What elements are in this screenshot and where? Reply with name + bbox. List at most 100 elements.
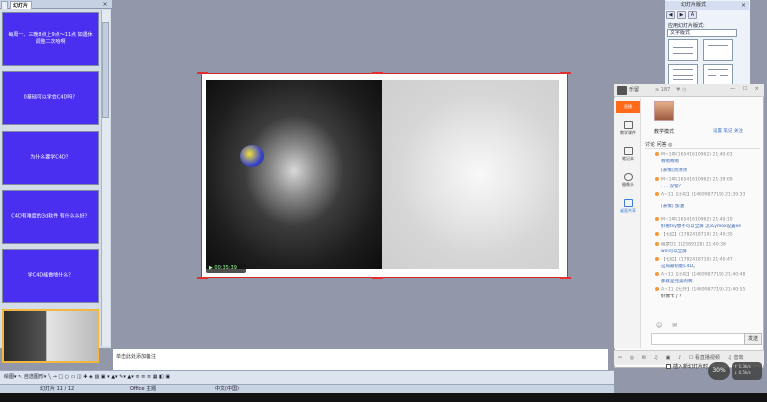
slide-thumbnail-1[interactable]: 每周一、三晚8点上9点～11点 如遇休调整二次哈啊 <box>2 12 99 66</box>
chat-message: 晓梦D1 1(2589128) 21:40:38 <box>655 242 759 249</box>
chat-message-text: 啦啦啦啦 <box>661 159 679 164</box>
slide-count: 幻灯片 11 / 12 <box>40 386 75 392</box>
chat-message: A~11【小坨】(1469987719) 21:40:48 <box>655 272 759 279</box>
notes-placeholder: 单击此处添加备注 <box>116 354 157 360</box>
notes-pane[interactable] <box>113 348 608 370</box>
exit-icon[interactable]: ⇦ <box>618 355 622 361</box>
network-stats: ↑ 1.3k/s ↓ 0.5k/s <box>732 362 762 380</box>
chat-input[interactable] <box>651 333 746 345</box>
layout-title-only[interactable] <box>703 39 733 61</box>
checkbox-label: 插入新幻灯片时 <box>673 364 709 370</box>
courseware-label: 教学课件 <box>620 130 636 135</box>
slide-thumbnail-text: 0基础可以学会C4D吗？ <box>23 94 78 101</box>
task-pane-subtitle: 应用幻灯片版式: <box>668 23 705 29</box>
slide-thumbnail-text: C4D有难度的3d软件 有什么么好？ <box>11 213 90 220</box>
checkbox-icon[interactable] <box>666 364 671 369</box>
notebook-icon <box>623 147 633 155</box>
tab-slides[interactable]: 幻灯片 <box>10 1 32 9</box>
slide-thumbnail-5[interactable]: 学C4D能做啥什么？ <box>2 249 99 303</box>
layout-two-content[interactable] <box>703 64 733 86</box>
theme-name: Office 主题 <box>130 386 157 392</box>
resize-handle[interactable] <box>197 277 208 279</box>
close-icon[interactable]: × <box>741 1 746 10</box>
camera-label: 摄像头 <box>622 182 634 187</box>
resize-handle[interactable] <box>372 277 383 279</box>
chat-message-text: 好像卡了？ <box>661 294 684 299</box>
chat-message: A~11【七仟】(1469987719) 21:40:55 <box>655 287 759 294</box>
slides-scrollbar-thumb[interactable] <box>102 22 109 118</box>
status-bar: 幻灯片 11 / 12 Office 主题 中文(中国) <box>0 384 614 393</box>
slide-thumbnail-text: 每周一、三晚8点上9点～11点 如遇休调整二次哈啊 <box>8 32 93 45</box>
insert-new-slide-option[interactable]: 插入新幻灯片时 <box>666 363 708 370</box>
app-window: 幻灯片 × 每周一、三晚8点上9点～11点 如遇休调整二次哈啊 0基础可以学会C… <box>0 0 767 402</box>
viewer-count: ≥ 187 <box>655 87 671 93</box>
desktop-share-icon <box>623 199 633 207</box>
window-controls[interactable]: — ☐ × <box>730 85 762 94</box>
chat-tabs[interactable]: 讨论 问答 ◎ <box>645 141 760 149</box>
network-percent[interactable]: 30% <box>708 362 730 380</box>
tab-outline[interactable] <box>1 1 8 9</box>
desktop-share-label: 桌面共享 <box>620 208 636 213</box>
teacher-name: 教学模式 <box>654 129 675 135</box>
chat-message: 【七红】(1782418710) 21:40:35 <box>655 232 759 239</box>
watch-live-button[interactable]: ☐ 看直播视频 <box>689 355 720 361</box>
courseware-button[interactable]: 教学课件 <box>616 119 640 141</box>
chat-message-text: 那就是完美的啊 <box>661 279 693 284</box>
chat-list[interactable]: M~1年(16541610962) 21:40:03 啦啦啦啦 [表情]顶顶顶 … <box>655 152 759 320</box>
music-icon[interactable]: ♫ <box>654 355 658 361</box>
audio-icon[interactable]: ♪ <box>678 355 681 361</box>
camera-icon <box>623 173 633 181</box>
slides-panel-tabs: 幻灯片 <box>0 0 112 9</box>
chat-message: 【七红】(1782418710) 21:40:47 <box>655 257 759 264</box>
sound-effect-button[interactable]: ♫ 音效 <box>727 355 743 361</box>
slide-thumbnail-text: 为什么要学C4D？ <box>30 154 71 161</box>
chat-message-text: 好看tsy想不可以全屏 怎么ymox设置ee <box>661 224 742 229</box>
send-button[interactable]: 发送 <box>744 333 762 345</box>
host-avatar[interactable] <box>617 86 627 95</box>
layout-title-slide[interactable] <box>668 39 698 61</box>
teacher-links[interactable]: 设置 笔记 关注 <box>713 128 743 134</box>
taskbar-strip <box>0 393 767 402</box>
chat-message-text: [表情]顶顶顶 <box>661 168 688 173</box>
slide-thumbnail-3[interactable]: 为什么要学C4D？ <box>2 131 99 185</box>
home-icon[interactable]: A <box>688 11 697 19</box>
chat-message-text: [表情] 加油 <box>661 204 684 209</box>
task-pane-title: 幻灯片版式 <box>665 1 749 10</box>
desktop-share-button[interactable]: 桌面共享 <box>616 197 640 219</box>
slide-thumbnail-6-selected[interactable] <box>2 309 99 363</box>
download-speed: ↓ 0.5k/s <box>734 370 751 375</box>
host-name: 乐留 <box>629 87 640 93</box>
chat-message: M~1年(16541610962) 21:40:10 <box>655 217 759 224</box>
chat-message: A~11【小坨】(1469987719) 21:39:33 <box>655 192 759 199</box>
image-highlight-blob <box>240 145 264 167</box>
notebook-button[interactable]: 笔记本 <box>616 145 640 167</box>
slide-image-explosion[interactable] <box>206 80 382 269</box>
slide-thumbnail-4[interactable]: C4D有难度的3d软件 有什么么好？ <box>2 190 99 244</box>
record-icon[interactable]: ◎ <box>630 355 634 361</box>
camera-button[interactable]: 摄像头 <box>616 171 640 193</box>
teacher-avatar[interactable] <box>654 101 674 121</box>
resize-handle[interactable] <box>560 72 571 74</box>
heart-icon[interactable]: ♥ ◷ <box>676 86 686 95</box>
message-icon[interactable]: ✉ <box>642 355 646 361</box>
language: 中文(中国) <box>215 386 239 392</box>
resize-handle[interactable] <box>197 72 208 74</box>
resize-handle[interactable] <box>372 72 383 74</box>
live-button[interactable]: 直播 <box>616 101 640 113</box>
layout-title-content[interactable] <box>668 64 698 86</box>
player-time[interactable]: ▶ 00:35:39 <box>206 264 246 273</box>
slide-thumbnail-2[interactable]: 0基础可以学会C4D吗？ <box>2 71 99 125</box>
screen-icon[interactable]: ▣ <box>666 355 671 361</box>
slide-image-3d-letters[interactable] <box>382 80 559 269</box>
chat-message-text: 这局最初能C4D。 <box>661 264 698 269</box>
drawing-toolbar[interactable]: 绘图▾ ↖ 自选图形▾ ╲ → □ ○ ▭ ◫ ✚ ◈ ▨ ▣ ▾ ▲▾ ✎▾ … <box>0 370 614 384</box>
layout-category[interactable]: 文字版式 <box>667 29 737 37</box>
resize-handle[interactable] <box>560 277 571 279</box>
chat-message-text: . . . 没错？ <box>661 184 684 189</box>
close-icon[interactable]: × <box>101 1 109 8</box>
notebook-label: 笔记本 <box>622 156 634 161</box>
back-icon[interactable]: ◀ <box>666 11 675 19</box>
emoji-icon[interactable]: ☺ ✉ <box>656 322 681 329</box>
chat-message: M~1年(16541610962) 21:40:03 <box>655 152 759 159</box>
forward-icon[interactable]: ▶ <box>677 11 686 19</box>
